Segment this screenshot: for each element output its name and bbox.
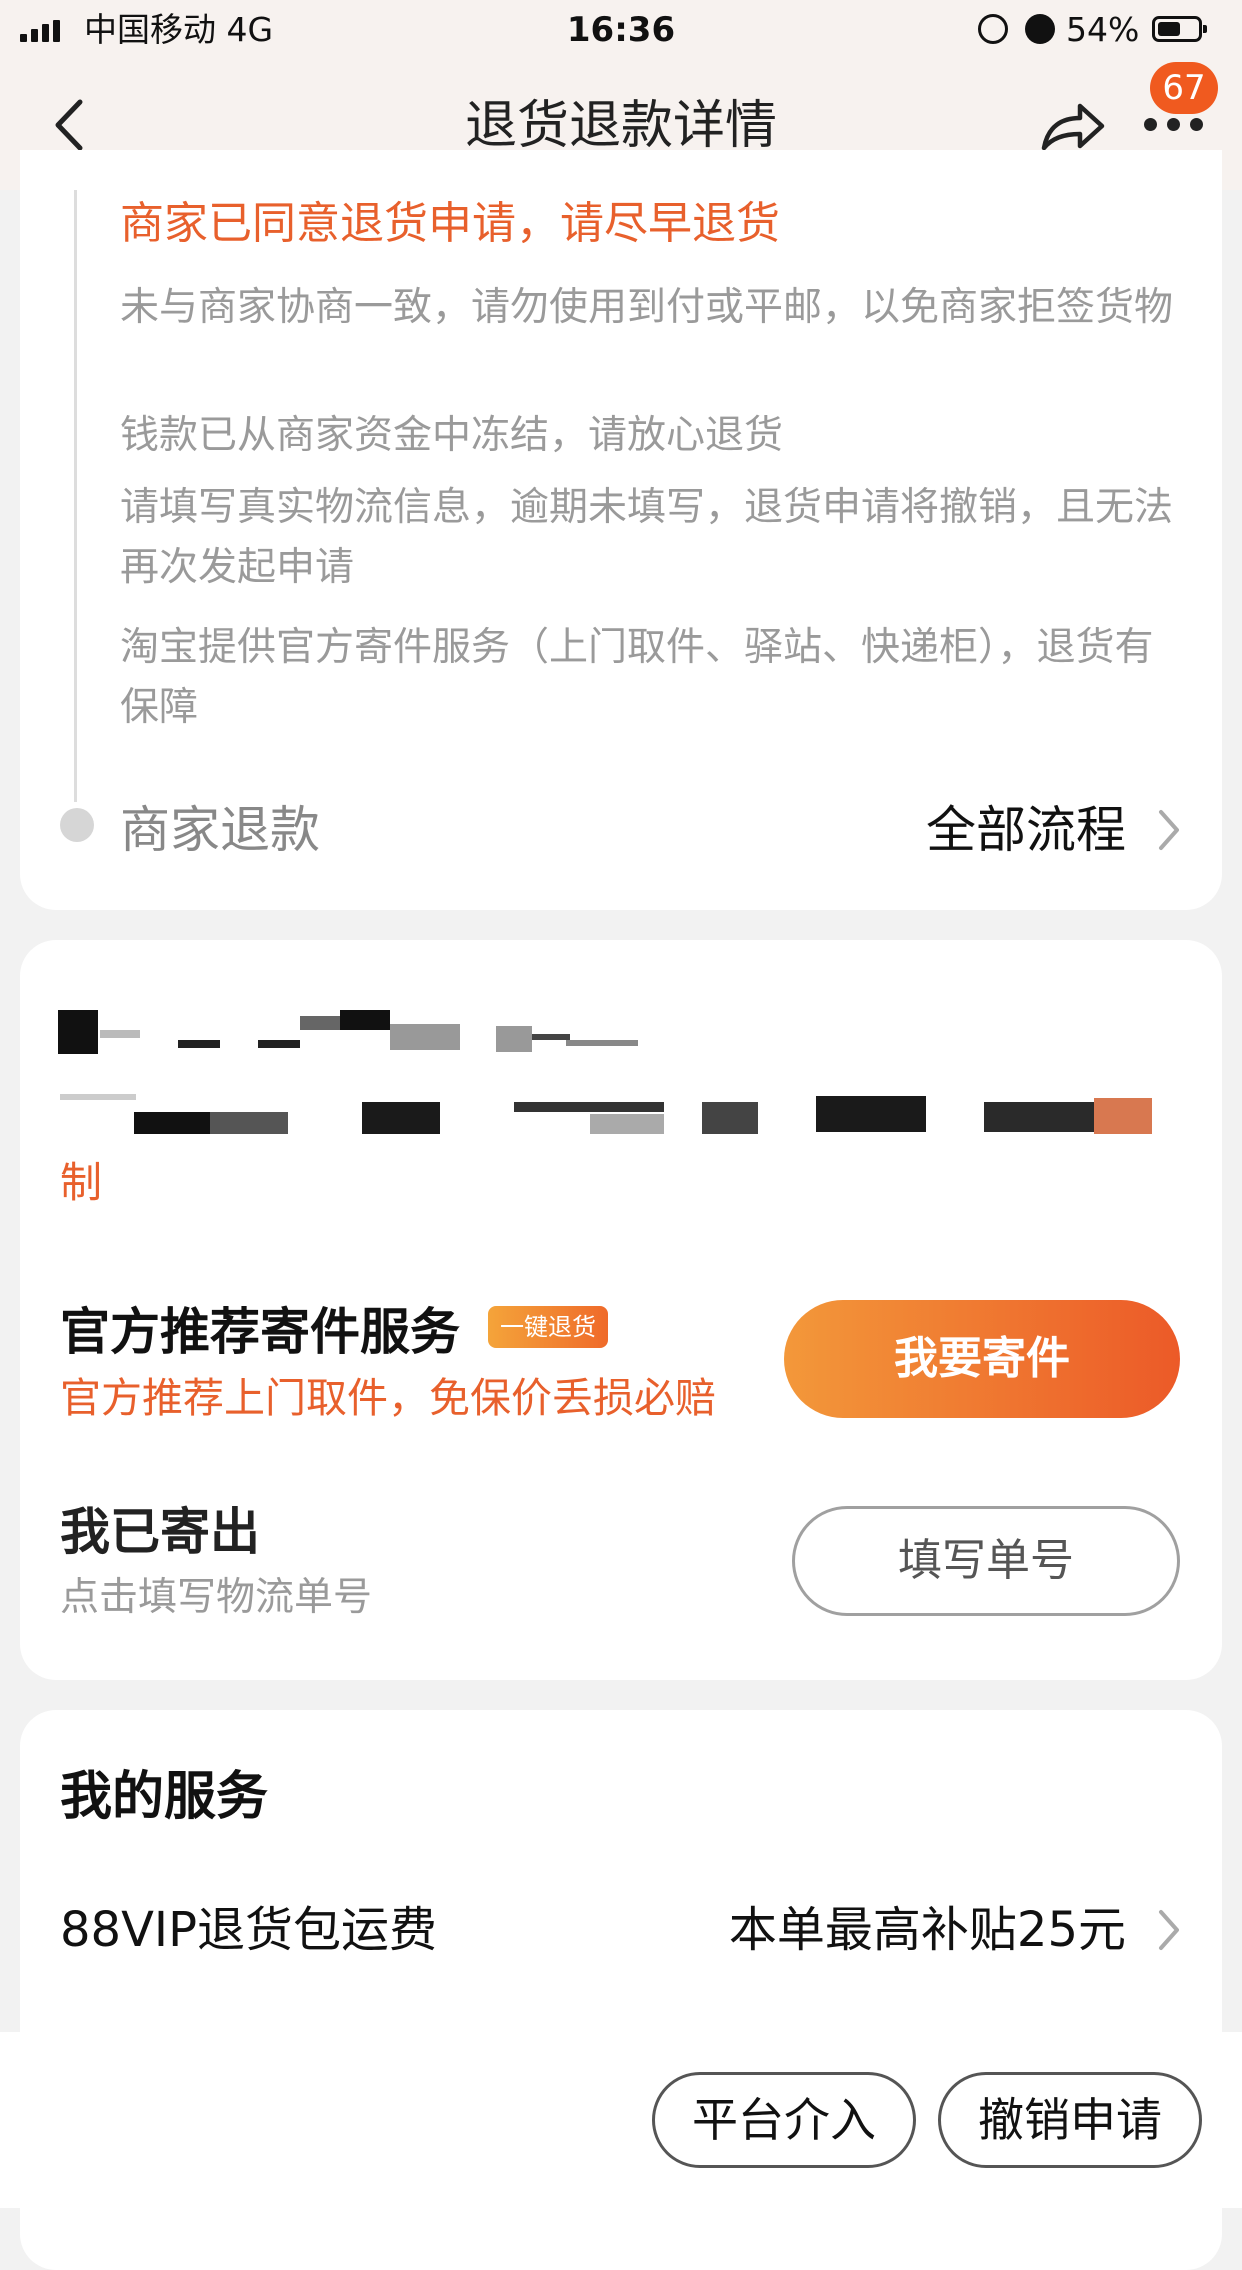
cancel-request-button[interactable]: 撤销申请 — [938, 2072, 1202, 2168]
alarm-icon — [1025, 14, 1055, 44]
battery-percent: 54% — [1066, 10, 1140, 49]
timeline-line — [74, 190, 77, 802]
shipped-title: 我已寄出 — [60, 1503, 260, 1561]
next-step-label: 商家退款 — [120, 801, 320, 859]
shipped-subtitle: 点击填写物流单号 — [60, 1575, 373, 1620]
fill-tracking-number-button[interactable]: 填写单号 — [792, 1506, 1180, 1616]
my-services-title: 我的服务 — [60, 1767, 269, 1827]
share-icon[interactable] — [1038, 96, 1108, 156]
chevron-right-icon — [1156, 1908, 1182, 1952]
note-item: 未与商家协商一致，请勿使用到付或平邮，以免商家拒签货物 — [120, 285, 1174, 330]
official-service-subtitle: 官方推荐上门取件，免保价丢损必赔 — [60, 1374, 716, 1422]
current-step-title: 商家已同意退货申请，请尽早退货 — [120, 198, 780, 249]
battery-icon — [1152, 16, 1207, 42]
all-flow-link[interactable]: 全部流程 — [926, 798, 1126, 862]
address-tail-text: 制 — [60, 1158, 103, 1207]
official-service-title: 官方推荐寄件服务 — [60, 1303, 460, 1361]
more-icon[interactable] — [1144, 118, 1204, 132]
message-badge[interactable]: 67 — [1150, 62, 1218, 114]
one-click-return-tag: 一键退货 — [488, 1306, 608, 1348]
subsidy-value[interactable]: 本单最高补贴25元 — [710, 1898, 1126, 1962]
note-item: 请填写真实物流信息，逾期未填写，退货申请将撤销，且无法再次发起申请 — [120, 485, 1174, 590]
note-item: 淘宝提供官方寄件服务（上门取件、驿站、快递柜），退货有保障 — [120, 625, 1154, 730]
chevron-right-icon — [1156, 808, 1182, 852]
send-package-button[interactable]: 我要寄件 — [784, 1300, 1180, 1418]
platform-intervene-button[interactable]: 平台介入 — [652, 2072, 916, 2168]
clock: 16:36 — [566, 10, 676, 50]
note-item: 钱款已从商家资金中冻结，请放心退货 — [120, 413, 784, 458]
vip-return-shipping-label[interactable]: 88VIP退货包运费 — [60, 1898, 437, 1962]
rotation-lock-icon — [978, 14, 1008, 44]
timeline-dot — [60, 808, 94, 842]
